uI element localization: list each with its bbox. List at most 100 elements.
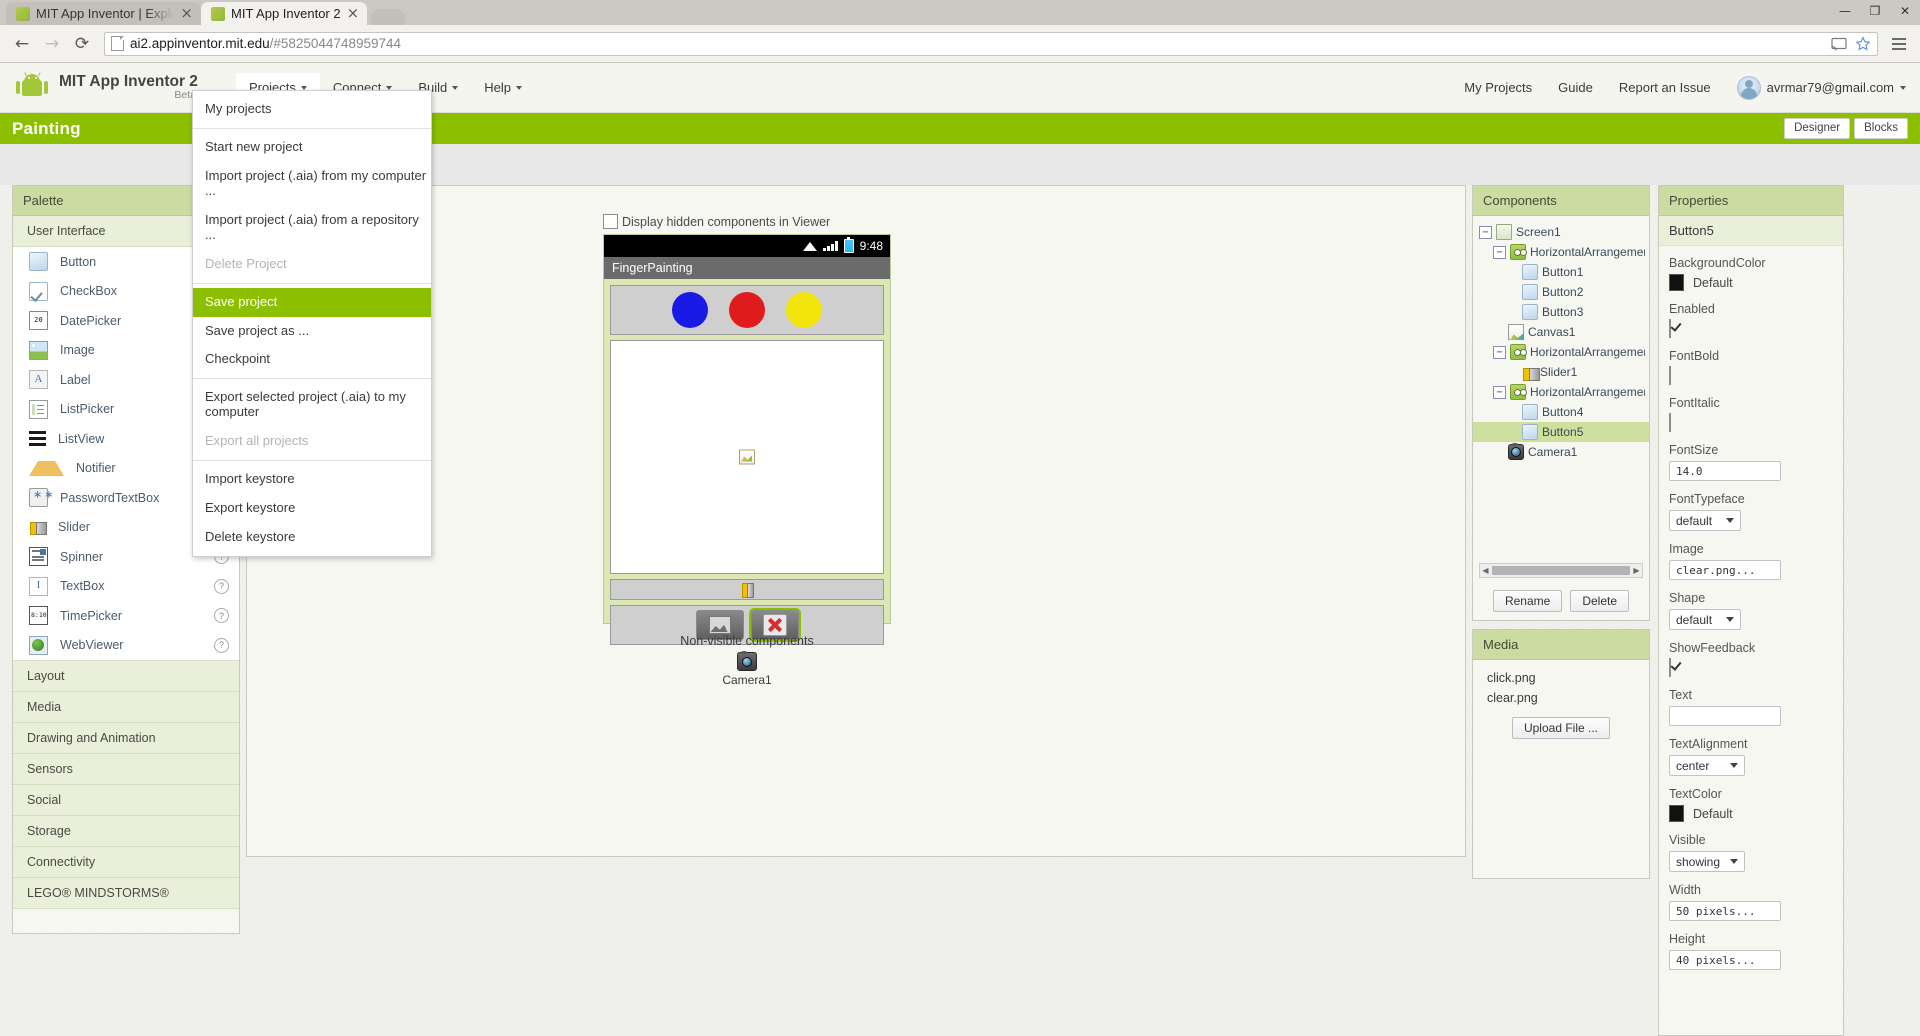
cast-icon[interactable] xyxy=(1831,36,1847,52)
property-fonttypeface-select[interactable]: default xyxy=(1669,510,1741,531)
menu-item-export-selected-project-aia-to-my-computer[interactable]: Export selected project (.aia) to my com… xyxy=(193,383,431,427)
palette-item-webviewer[interactable]: WebViewer? xyxy=(13,631,239,661)
menu-help[interactable]: Help xyxy=(471,73,535,102)
timepicker-icon xyxy=(29,606,48,626)
color-button-3[interactable] xyxy=(786,292,822,328)
display-hidden-components-row[interactable]: Display hidden components in Viewer xyxy=(603,214,830,229)
menu-item-start-new-project[interactable]: Start new project xyxy=(193,133,431,162)
window-minimize-icon[interactable]: — xyxy=(1830,0,1860,22)
palette-category-social[interactable]: Social xyxy=(13,785,239,816)
menu-item-export-keystore[interactable]: Export keystore xyxy=(193,494,431,523)
property-fontsize-input[interactable]: 14.0 xyxy=(1669,461,1781,481)
color-button-2[interactable] xyxy=(729,292,765,328)
menu-item-import-project-aia-from-my-computer[interactable]: Import project (.aia) from my computer .… xyxy=(193,162,431,206)
palette-category-lego-mindstorms[interactable]: LEGO® MINDSTORMS® xyxy=(13,878,239,909)
component-tree-item-camera1[interactable]: Camera1 xyxy=(1473,442,1649,462)
property-width-input[interactable]: 50 pixels... xyxy=(1669,901,1781,921)
component-tree-item-button3[interactable]: Button3 xyxy=(1473,302,1649,322)
palette-category-connectivity[interactable]: Connectivity xyxy=(13,847,239,878)
menu-item-checkpoint[interactable]: Checkpoint xyxy=(193,345,431,374)
palette-category-storage[interactable]: Storage xyxy=(13,816,239,847)
menu-item-delete-keystore[interactable]: Delete keystore xyxy=(193,523,431,552)
palette-category-layout[interactable]: Layout xyxy=(13,661,239,692)
slider-icon[interactable] xyxy=(742,583,754,598)
back-icon[interactable]: ← xyxy=(8,30,36,58)
browser-tab-2-close-icon[interactable]: × xyxy=(347,6,360,21)
textbox-icon: I xyxy=(29,576,48,596)
help-icon[interactable]: ? xyxy=(214,608,229,624)
color-button-1[interactable] xyxy=(672,292,708,328)
component-tree-item-button2[interactable]: Button2 xyxy=(1473,282,1649,302)
component-tree-item-screen1[interactable]: − Screen1 xyxy=(1473,222,1649,242)
property-fontitalic-checkbox[interactable] xyxy=(1669,413,1671,432)
scrollbar-thumb[interactable] xyxy=(1492,566,1630,575)
browser-menu-icon[interactable] xyxy=(1886,31,1912,57)
collapse-icon[interactable]: − xyxy=(1493,245,1506,259)
property-textalignment-select[interactable]: center xyxy=(1669,755,1745,776)
property-image-input[interactable]: clear.png... xyxy=(1669,560,1781,580)
collapse-icon[interactable]: − xyxy=(1493,345,1506,359)
media-file-item[interactable]: clear.png xyxy=(1487,688,1649,708)
palette-category-sensors[interactable]: Sensors xyxy=(13,754,239,785)
media-file-item[interactable]: click.png xyxy=(1487,668,1649,688)
delete-button[interactable]: Delete xyxy=(1570,590,1630,612)
palette-item-timepicker[interactable]: TimePicker? xyxy=(13,601,239,631)
browser-tab-1[interactable]: MIT App Inventor | Explore × xyxy=(6,2,201,25)
blocks-view-button[interactable]: Blocks xyxy=(1854,118,1908,139)
property-height-input[interactable]: 40 pixels... xyxy=(1669,950,1781,970)
browser-tab-1-close-icon[interactable]: × xyxy=(180,6,193,21)
collapse-icon[interactable]: − xyxy=(1493,385,1506,399)
component-tree-item-canvas1[interactable]: Canvas1 xyxy=(1473,322,1649,342)
palette-category-media[interactable]: Media xyxy=(13,692,239,723)
address-bar[interactable]: ai2.appinventor.mit.edu/#582504474895974… xyxy=(104,31,1878,56)
canvas1-preview[interactable] xyxy=(610,340,884,574)
scroll-right-icon[interactable]: ▶ xyxy=(1631,565,1642,576)
link-guide[interactable]: Guide xyxy=(1558,80,1593,95)
property-text-input[interactable] xyxy=(1669,706,1781,726)
window-maximize-icon[interactable]: ❐ xyxy=(1860,0,1890,22)
component-tree-item-button4[interactable]: Button4 xyxy=(1473,402,1649,422)
components-horizontal-scrollbar[interactable]: ◀ ▶ xyxy=(1479,563,1643,578)
help-icon[interactable]: ? xyxy=(214,637,229,653)
rename-button[interactable]: Rename xyxy=(1492,590,1563,612)
link-report-an-issue[interactable]: Report an Issue xyxy=(1619,80,1711,95)
menu-item-save-project-as[interactable]: Save project as ... xyxy=(193,317,431,346)
menu-item-my-projects[interactable]: My projects xyxy=(193,95,431,124)
property-textcolor-color[interactable]: Default xyxy=(1669,805,1833,822)
browser-tab-2[interactable]: MIT App Inventor 2 × xyxy=(201,2,368,25)
component-tree-item-horizontalarrangement1[interactable]: − HorizontalArrangement1 xyxy=(1473,242,1649,262)
designer-view-button[interactable]: Designer xyxy=(1784,118,1851,139)
property-shape-select[interactable]: default xyxy=(1669,609,1741,630)
bookmark-star-icon[interactable] xyxy=(1855,35,1871,52)
component-tree-item-horizontalarrangement3[interactable]: − HorizontalArrangement3 xyxy=(1473,382,1649,402)
forward-icon[interactable]: → xyxy=(38,30,66,58)
property-fontitalic: FontItalic xyxy=(1669,396,1833,432)
component-tree-item-slider1[interactable]: Slider1 xyxy=(1473,362,1649,382)
menu-item-save-project[interactable]: Save project xyxy=(193,287,431,317)
component-tree-item-button1[interactable]: Button1 xyxy=(1473,262,1649,282)
collapse-icon[interactable]: − xyxy=(1479,225,1492,239)
window-close-icon[interactable]: ✕ xyxy=(1890,0,1920,22)
property-backgroundcolor-color[interactable]: Default xyxy=(1669,274,1833,291)
menu-item-import-project-aia-from-a-repository[interactable]: Import project (.aia) from a repository … xyxy=(193,206,431,250)
property-showfeedback-checkbox[interactable] xyxy=(1669,658,1671,677)
phone-status-bar: 9:48 xyxy=(604,235,890,257)
upload-file-button[interactable]: Upload File ... xyxy=(1511,717,1611,739)
component-tree-item-button5[interactable]: Button5 xyxy=(1473,422,1649,442)
component-name: HorizontalArrangement1 xyxy=(1530,245,1645,259)
palette-item-textbox[interactable]: I TextBox? xyxy=(13,572,239,602)
link-my-projects[interactable]: My Projects xyxy=(1464,80,1532,95)
menu-item-import-keystore[interactable]: Import keystore xyxy=(193,465,431,494)
display-hidden-components-checkbox[interactable] xyxy=(603,214,618,229)
scroll-left-icon[interactable]: ◀ xyxy=(1480,565,1491,576)
component-tree-item-horizontalarrangement2[interactable]: − HorizontalArrangement2 xyxy=(1473,342,1649,362)
page-info-icon[interactable] xyxy=(111,36,124,51)
reload-icon[interactable]: ⟳ xyxy=(68,30,96,58)
new-tab-button[interactable] xyxy=(371,9,406,25)
help-icon[interactable]: ? xyxy=(214,578,229,594)
user-account-menu[interactable]: avrmar79@gmail.com xyxy=(1736,75,1906,100)
property-fontbold-checkbox[interactable] xyxy=(1669,366,1671,385)
palette-category-drawing-and-animation[interactable]: Drawing and Animation xyxy=(13,723,239,754)
property-visible-select[interactable]: showing xyxy=(1669,851,1745,872)
property-enabled-checkbox[interactable] xyxy=(1669,319,1671,338)
